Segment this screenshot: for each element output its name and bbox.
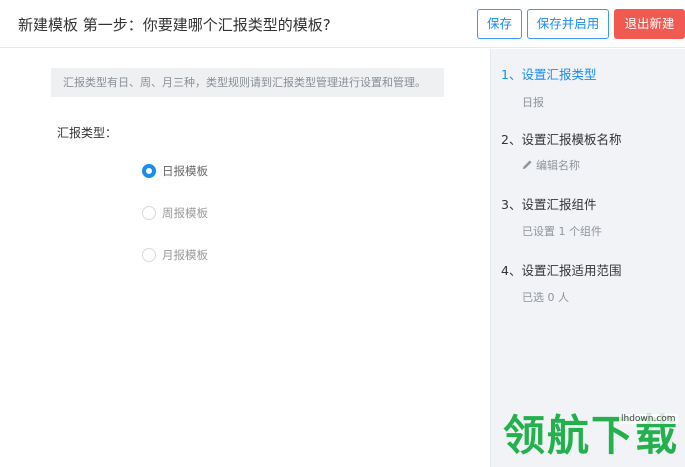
report-type-label: 汇报类型：: [57, 126, 118, 140]
step-1-value: 日报: [522, 96, 544, 109]
watermark-logo: 领航下载 lhdown.com: [503, 408, 683, 466]
pencil-icon: [522, 160, 532, 170]
watermark-url: lhdown.com: [619, 414, 678, 424]
radio-label: 周报模板: [162, 206, 208, 220]
steps-sidebar: 1、设置汇报类型 日报 2、设置汇报模板名称 编辑名称 3、设置汇报组件 已设置…: [490, 49, 685, 467]
step-4-value: 已选 0 人: [522, 291, 569, 304]
main-panel: 汇报类型有日、周、月三种，类型规则请到汇报类型管理进行设置和管理。 汇报类型： …: [0, 49, 490, 467]
step-4-title[interactable]: 4、设置汇报适用范围: [501, 260, 621, 279]
page-title: 新建模板 第一步：你要建哪个汇报类型的模板?: [18, 16, 331, 34]
step-2-title[interactable]: 2、设置汇报模板名称: [501, 129, 621, 148]
step-1-title[interactable]: 1、设置汇报类型: [501, 64, 596, 83]
edit-name-label: 编辑名称: [536, 159, 580, 172]
save-button[interactable]: 保存: [477, 9, 522, 39]
radio-unchecked-icon: [142, 248, 156, 262]
radio-label: 日报模板: [162, 164, 208, 178]
radio-checked-icon: [142, 164, 156, 178]
radio-label: 月报模板: [162, 248, 208, 262]
save-and-enable-button[interactable]: 保存并启用: [527, 9, 609, 39]
exit-create-button[interactable]: 退出新建: [614, 9, 685, 39]
page-header: 新建模板 第一步：你要建哪个汇报类型的模板? 保存 保存并启用 退出新建: [0, 0, 685, 48]
step-3-title[interactable]: 3、设置汇报组件: [501, 194, 596, 213]
radio-unchecked-icon: [142, 206, 156, 220]
info-notice: 汇报类型有日、周、月三种，类型规则请到汇报类型管理进行设置和管理。: [51, 68, 444, 97]
step-3-value: 已设置 1 个组件: [522, 225, 602, 238]
edit-name-link[interactable]: 编辑名称: [522, 157, 580, 173]
